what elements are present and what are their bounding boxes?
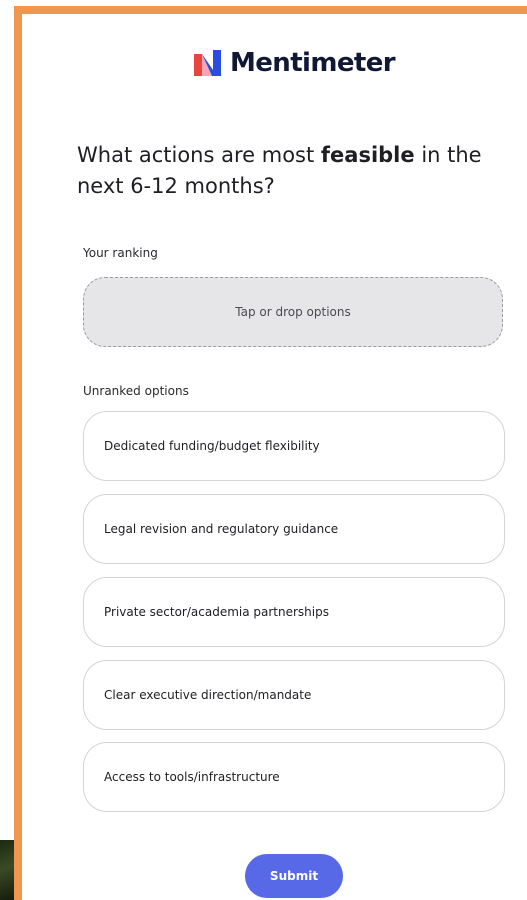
presentation-frame: Mentimeter What actions are most feasibl… (14, 6, 527, 900)
option-label: Dedicated funding/budget flexibility (104, 439, 320, 453)
option-item[interactable]: Clear executive direction/mandate (83, 660, 505, 730)
drop-zone-hint: Tap or drop options (235, 305, 351, 319)
option-label: Private sector/academia partnerships (104, 605, 329, 619)
option-label: Clear executive direction/mandate (104, 688, 312, 702)
question-emphasis: feasible (320, 143, 415, 167)
option-item[interactable]: Private sector/academia partnerships (83, 577, 505, 647)
option-label: Legal revision and regulatory guidance (104, 522, 339, 536)
your-ranking-label: Your ranking (83, 246, 158, 260)
question-title: What actions are most feasible in the ne… (77, 140, 497, 202)
question-prefix: What actions are most (77, 143, 321, 167)
submit-button[interactable]: Submit (245, 854, 343, 898)
option-item[interactable]: Dedicated funding/budget flexibility (83, 411, 505, 481)
option-item[interactable]: Legal revision and regulatory guidance (83, 494, 505, 564)
mentimeter-logo-icon (194, 50, 221, 76)
ranking-drop-zone[interactable]: Tap or drop options (83, 277, 503, 347)
unranked-options-label: Unranked options (83, 384, 189, 398)
mentimeter-logo: Mentimeter (194, 48, 396, 78)
option-item[interactable]: Access to tools/infrastructure (83, 742, 505, 812)
option-label: Access to tools/infrastructure (104, 770, 280, 784)
logo-wordmark: Mentimeter (230, 48, 396, 78)
